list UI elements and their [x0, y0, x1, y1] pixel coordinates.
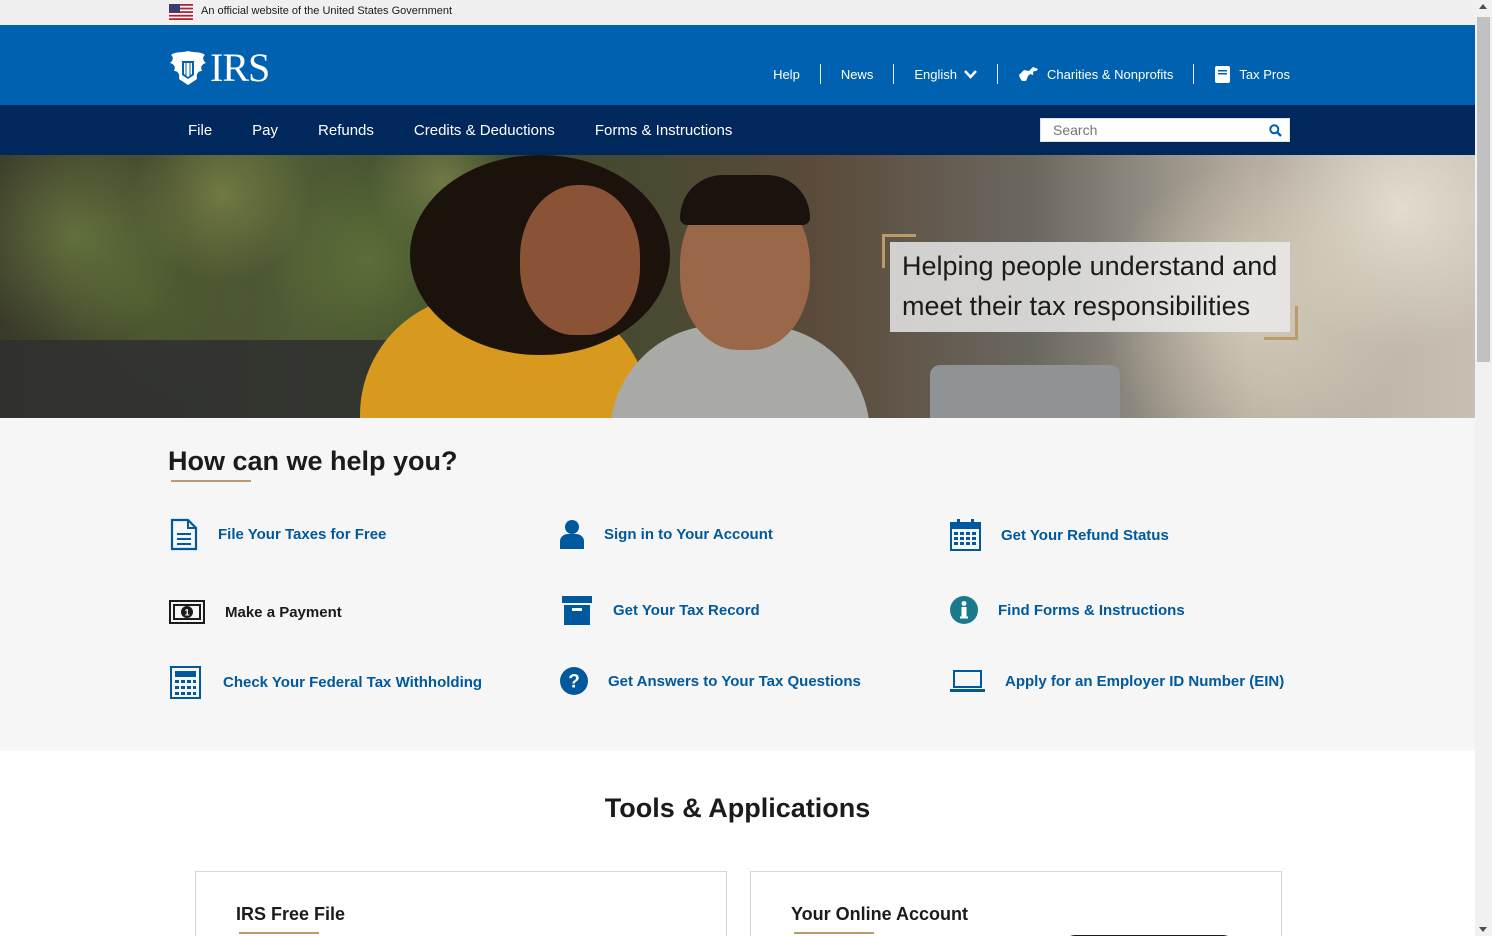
hero-banner: Helping people understand and meet their…: [0, 155, 1475, 418]
question-icon: ?: [560, 667, 588, 695]
search-icon: [1268, 123, 1282, 137]
news-link-label: News: [840, 66, 874, 82]
language-dropdown[interactable]: English: [894, 64, 997, 84]
scroll-up-icon[interactable]: [1479, 4, 1487, 9]
divider: [996, 64, 998, 84]
taxpros-label: Tax Pros: [1239, 66, 1290, 82]
svg-text:1: 1: [184, 608, 189, 618]
corner-bracket: [882, 234, 916, 268]
hero-tagline-box: Helping people understand and meet their…: [882, 234, 1298, 340]
user-icon: [560, 519, 584, 549]
search-box: [1040, 118, 1290, 142]
title-underline: [171, 480, 251, 482]
logo-text: IRS: [210, 45, 270, 90]
hero-tagline: Helping people understand and meet their…: [890, 242, 1290, 332]
main-nav: File Pay Refunds Credits & Deductions Fo…: [0, 105, 1475, 155]
utility-nav: Help News English Charities & Nonprofits: [753, 64, 1290, 84]
divider: [819, 64, 821, 84]
us-flag-icon: [169, 4, 193, 20]
sign-in-account-link[interactable]: Sign in to Your Account: [560, 519, 773, 549]
nav-item-refunds[interactable]: Refunds: [298, 122, 394, 139]
taxpros-link[interactable]: Tax Pros: [1194, 64, 1290, 84]
nav-item-credits-deductions[interactable]: Credits & Deductions: [394, 122, 575, 139]
free-file-card-title: IRS Free File: [236, 904, 346, 924]
search-button[interactable]: [1261, 119, 1289, 141]
free-file-card[interactable]: IRS Free File: [195, 871, 727, 936]
gov-banner: An official website of the United States…: [0, 0, 1475, 25]
charities-link[interactable]: Charities & Nonprofits: [998, 64, 1193, 84]
ein-link[interactable]: Apply for an Employer ID Number (EIN): [950, 670, 1284, 692]
tax-questions-link[interactable]: ? Get Answers to Your Tax Questions: [560, 667, 861, 695]
tax-withholding-link[interactable]: Check Your Federal Tax Withholding: [170, 666, 482, 699]
irs-logo[interactable]: IRS: [168, 45, 270, 90]
svg-text:?: ?: [568, 672, 580, 693]
make-payment-label: Make a Payment: [225, 603, 342, 621]
nav-item-pay[interactable]: Pay: [232, 122, 298, 139]
document-icon: [169, 518, 199, 551]
hero-person-hair: [680, 175, 810, 225]
file-taxes-free-link[interactable]: File Your Taxes for Free: [169, 518, 386, 551]
make-payment-link[interactable]: 1 Make a Payment: [169, 600, 342, 624]
tax-record-label: Get Your Tax Record: [613, 602, 760, 619]
card-title-underline: [239, 932, 319, 934]
handshake-icon: [1018, 67, 1038, 81]
archive-box-icon: [562, 596, 592, 625]
main-nav-items: File Pay Refunds Credits & Deductions Fo…: [168, 105, 752, 155]
help-link-label: Help: [773, 66, 800, 82]
scroll-down-icon[interactable]: [1479, 927, 1487, 932]
nav-item-forms-instructions[interactable]: Forms & Instructions: [575, 122, 753, 139]
page: An official website of the United States…: [0, 0, 1475, 936]
tax-questions-label: Get Answers to Your Tax Questions: [608, 672, 861, 690]
site-header: IRS Help News English Charities & Nonpro…: [0, 25, 1475, 105]
corner-bracket: [1264, 306, 1298, 340]
card-title-underline: [794, 932, 874, 934]
online-account-card-title: Your Online Account: [791, 904, 969, 924]
forms-instructions-label: Find Forms & Instructions: [998, 601, 1185, 619]
refund-status-label: Get Your Refund Status: [1001, 526, 1169, 544]
nav-item-file[interactable]: File: [168, 122, 232, 139]
forms-instructions-link[interactable]: Find Forms & Instructions: [950, 596, 1185, 624]
file-taxes-free-label: File Your Taxes for Free: [218, 526, 387, 543]
tax-withholding-label: Check Your Federal Tax Withholding: [223, 674, 483, 691]
scrollbar-thumb[interactable]: [1477, 17, 1490, 362]
help-section: How can we help you? File Your Taxes for…: [0, 418, 1475, 751]
ein-label: Apply for an Employer ID Number (EIN): [1005, 672, 1285, 690]
charities-label: Charities & Nonprofits: [1046, 66, 1174, 82]
calculator-icon: [170, 666, 201, 699]
help-link[interactable]: Help: [753, 64, 820, 84]
book-icon: [1215, 65, 1231, 83]
search-input[interactable]: [1041, 119, 1261, 141]
online-account-card[interactable]: Your Online Account: [750, 871, 1282, 936]
news-link[interactable]: News: [821, 64, 894, 84]
tools-section-title: Tools & Applications: [604, 793, 871, 823]
divider: [893, 64, 895, 84]
laptop-icon: [950, 670, 985, 692]
calendar-icon: [950, 519, 981, 551]
hero-laptop: [930, 365, 1120, 418]
hero-person-face: [520, 185, 640, 335]
help-section-title: How can we help you?: [168, 446, 458, 476]
tax-record-link[interactable]: Get Your Tax Record: [562, 596, 760, 625]
tools-section: Tools & Applications IRS Free File Your …: [0, 751, 1475, 936]
language-label: English: [914, 66, 957, 82]
gov-banner-text: An official website of the United States…: [201, 5, 453, 17]
chevron-down-icon: [964, 69, 977, 79]
info-icon: [950, 596, 978, 624]
refund-status-link[interactable]: Get Your Refund Status: [950, 519, 1169, 551]
divider: [1193, 64, 1195, 84]
sign-in-account-label: Sign in to Your Account: [604, 525, 773, 543]
page-scrollbar[interactable]: [1475, 0, 1492, 936]
eagle-icon: [170, 51, 206, 85]
money-icon: 1: [169, 600, 205, 624]
